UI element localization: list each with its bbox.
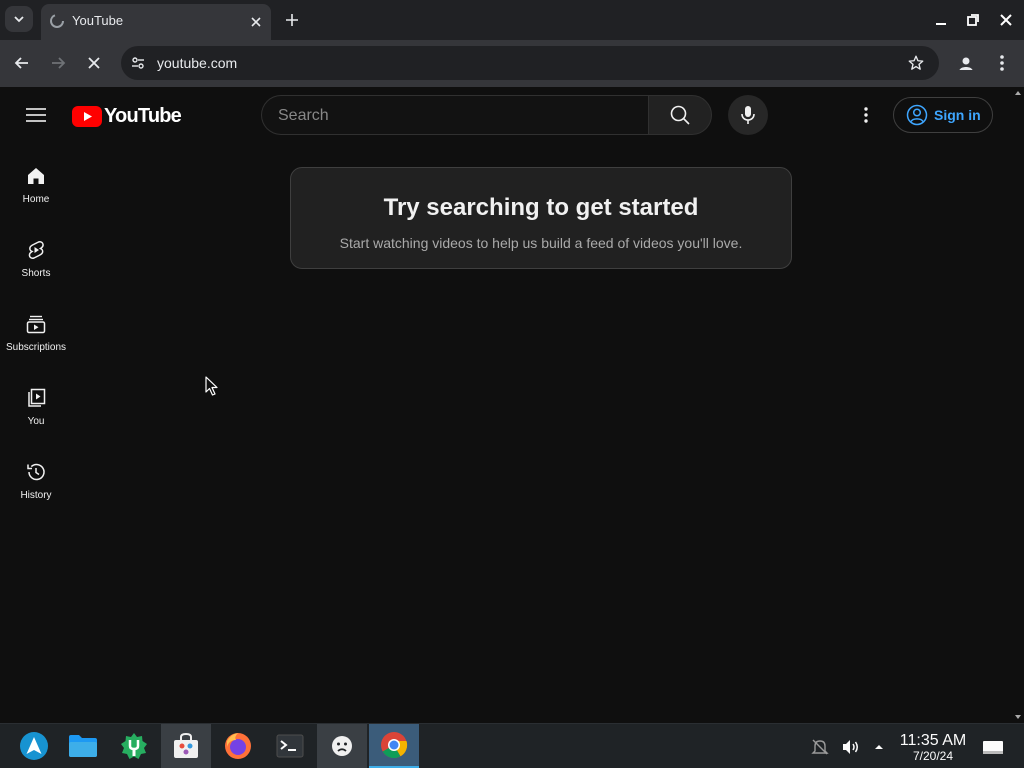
system-settings-button[interactable]: [109, 724, 159, 768]
promo-subtitle: Start watching videos to help us build a…: [339, 235, 743, 251]
youtube-page: YouTube Sign in Home Shorts Subscription…: [0, 87, 1012, 723]
bookmark-star-icon[interactable]: [907, 54, 925, 72]
notifications-muted-icon[interactable]: [810, 737, 830, 757]
sign-in-label: Sign in: [934, 107, 981, 123]
launcher-icon: [20, 732, 48, 760]
microphone-icon: [741, 106, 755, 124]
settings-icon: [121, 733, 147, 759]
guide-label-history: History: [20, 490, 52, 501]
home-icon: [28, 168, 44, 184]
tray-expand-arrow-icon[interactable]: [872, 737, 886, 757]
history-icon: [27, 463, 45, 481]
browser-toolbar: youtube.com: [0, 40, 1024, 87]
terminal-icon: [276, 734, 304, 758]
scroll-up-arrow-icon[interactable]: [1015, 91, 1021, 95]
os-taskbar: 11:35 AM 7/20/24: [0, 723, 1024, 768]
youtube-logo[interactable]: YouTube: [72, 105, 182, 128]
firefox-button[interactable]: [213, 724, 263, 768]
guide-label-shorts: Shorts: [21, 268, 51, 279]
terminal-button[interactable]: [265, 724, 315, 768]
chrome-button[interactable]: [369, 724, 419, 768]
site-info-icon[interactable]: [130, 55, 146, 71]
store-button[interactable]: [161, 724, 211, 768]
guide-item-shorts[interactable]: Shorts: [0, 239, 72, 313]
tab-close-icon[interactable]: [246, 12, 266, 32]
youtube-wordmark: YouTube: [104, 105, 182, 127]
account-circle-icon: [906, 104, 928, 126]
hamburger-menu-icon[interactable]: [24, 105, 48, 125]
firefox-icon: [225, 733, 251, 759]
search-box[interactable]: [261, 95, 649, 135]
browser-tab-strip: YouTube: [0, 0, 1024, 40]
store-icon: [174, 732, 198, 758]
show-desktop-icon[interactable]: [982, 737, 1004, 757]
chevron-down-icon: [14, 16, 24, 23]
you-icon: [28, 388, 46, 407]
subscriptions-icon: [26, 315, 46, 334]
search-button[interactable]: [648, 95, 712, 135]
launcher-button[interactable]: [9, 724, 59, 768]
close-window-icon[interactable]: [998, 12, 1014, 28]
guide-item-subscriptions[interactable]: Subscriptions: [0, 313, 72, 387]
tab-title: YouTube: [72, 13, 124, 28]
guide-label-you: You: [27, 416, 45, 427]
guide-label-subscriptions: Subscriptions: [5, 342, 67, 353]
profile-icon[interactable]: [955, 53, 977, 75]
forward-arrow-icon[interactable]: [48, 53, 68, 73]
loading-favicon-icon: [50, 14, 64, 28]
page-scrollbar[interactable]: [1012, 87, 1024, 723]
shorts-icon: [28, 241, 44, 259]
guide-item-home[interactable]: Home: [0, 165, 72, 239]
guide-label-home: Home: [22, 194, 50, 205]
restore-window-icon[interactable]: [965, 12, 981, 28]
tab-search-button[interactable]: [5, 6, 33, 32]
empty-feed-promo-card: Try searching to get started Start watch…: [290, 167, 792, 269]
search-icon: [670, 105, 690, 125]
promo-title: Try searching to get started: [383, 194, 699, 221]
files-button[interactable]: [58, 724, 108, 768]
chrome-icon: [381, 732, 408, 759]
more-options-icon[interactable]: [856, 105, 876, 125]
clock-date: 7/20/24: [912, 749, 954, 763]
address-bar[interactable]: youtube.com: [121, 46, 939, 80]
clock-time: 11:35 AM: [899, 732, 967, 749]
volume-icon[interactable]: [840, 737, 860, 757]
stop-loading-icon[interactable]: [84, 53, 104, 73]
search-input[interactable]: [278, 105, 638, 127]
face-app-button[interactable]: [317, 724, 367, 768]
face-icon: [332, 736, 352, 756]
clock[interactable]: 11:35 AM 7/20/24: [890, 732, 976, 763]
mouse-pointer-icon: [205, 376, 218, 396]
guide-item-history[interactable]: History: [0, 461, 72, 535]
new-tab-plus-icon[interactable]: [283, 11, 301, 29]
back-arrow-icon[interactable]: [12, 53, 32, 73]
voice-search-button[interactable]: [728, 95, 768, 135]
guide-item-you[interactable]: You: [0, 387, 72, 461]
minimize-window-icon[interactable]: [933, 12, 949, 28]
browser-tab[interactable]: YouTube: [41, 4, 271, 40]
files-icon: [69, 735, 97, 757]
scroll-down-arrow-icon[interactable]: [1015, 715, 1021, 719]
browser-menu-icon[interactable]: [993, 53, 1011, 73]
youtube-play-logo-icon: [72, 106, 102, 127]
url-text: youtube.com: [157, 55, 238, 71]
sign-in-button[interactable]: Sign in: [893, 97, 993, 133]
